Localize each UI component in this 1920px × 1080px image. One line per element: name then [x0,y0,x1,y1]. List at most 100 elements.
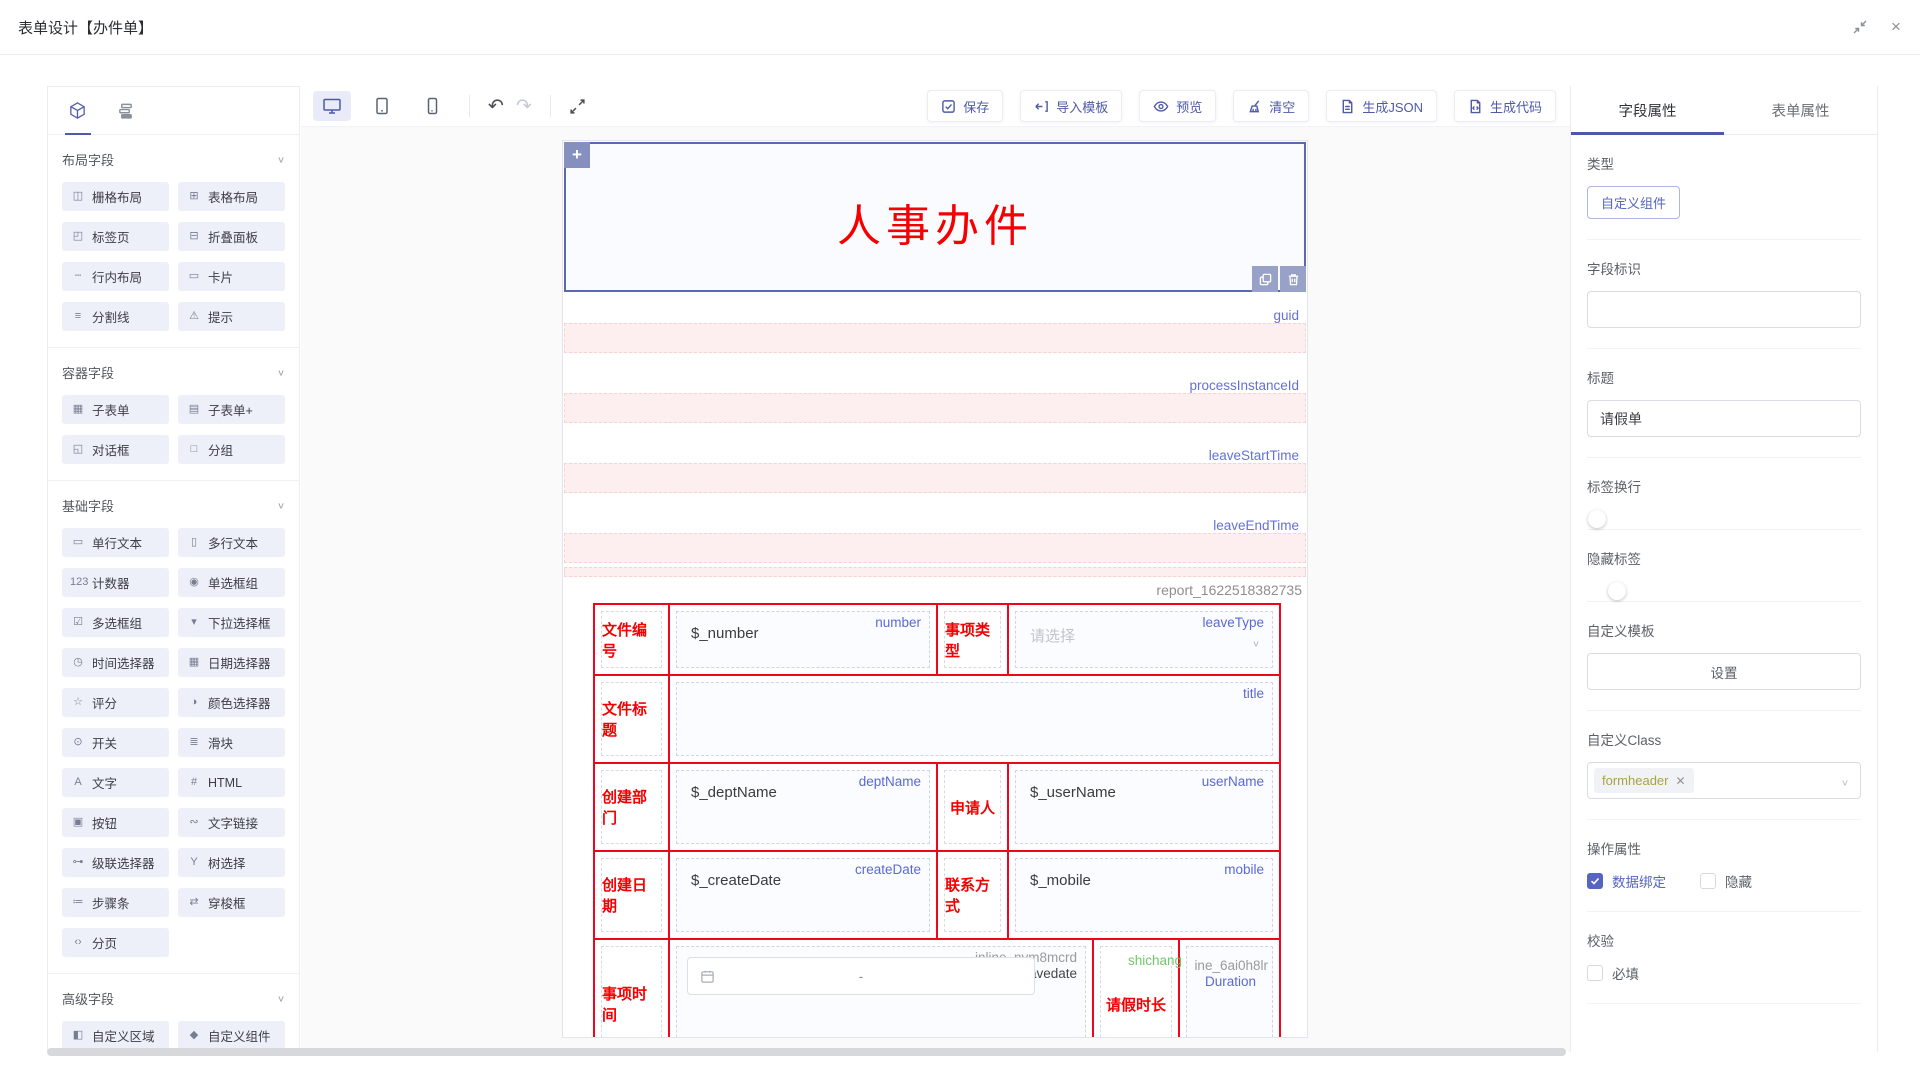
hidden-field-stripe[interactable] [564,393,1306,423]
clear-button[interactable]: 清空 [1233,90,1309,122]
data-binding-checkbox[interactable]: 数据绑定 [1587,871,1666,891]
table-cell[interactable]: ine_6ai0h8lr Duration [1178,940,1279,1038]
sidebar-field-item[interactable]: ▭卡片 [178,262,285,291]
table-cell[interactable]: 文件编号 [595,605,668,674]
sidebar-field-item[interactable]: ▣按钮 [62,808,169,837]
sidebar-field-item[interactable]: □分组 [178,435,285,464]
hidden-field-label[interactable]: leaveStartTime [564,439,1306,463]
daterange-widget[interactable]: inline_nym8mcrd leavedate - [676,946,1086,1038]
compress-icon[interactable] [1850,17,1870,37]
sidebar-field-item[interactable]: ▯多行文本 [178,528,285,557]
sidebar-field-item[interactable]: ‹›分页 [62,928,169,957]
text-input-widget[interactable]: $_deptName deptName [676,770,930,844]
sidebar-field-item[interactable]: ⚠提示 [178,302,285,331]
fullscreen-icon[interactable] [569,98,586,115]
field-label[interactable]: 创建日期 [601,858,662,932]
sidebar-field-item[interactable]: ≣滑块 [178,728,285,757]
text-input-widget[interactable]: $_mobile mobile [1015,858,1273,932]
remove-tag-icon[interactable]: ✕ [1675,774,1685,788]
daterange-input[interactable]: - [687,957,1035,995]
sidebar-field-item[interactable]: ▾下拉选择框 [178,608,285,637]
form-paper[interactable]: + 人事办件 guidprocessInstance [562,140,1308,1038]
field-label[interactable]: 申请人 [944,770,1001,844]
sidebar-field-item[interactable]: ≔步骤条 [62,888,169,917]
tab-outline[interactable] [117,87,134,135]
sidebar-field-item[interactable]: ≡分割线 [62,302,169,331]
generate-json-button[interactable]: 生成JSON [1326,90,1437,122]
sidebar-field-item[interactable]: ▦子表单 [62,395,169,424]
sidebar-field-item[interactable]: ▦日期选择器 [178,648,285,677]
hidden-field-stripe[interactable] [564,323,1306,353]
table-cell[interactable]: 文件标题 [595,676,668,762]
text-input-widget[interactable]: title [676,682,1273,756]
horizontal-scrollbar[interactable] [47,1048,1566,1056]
preview-button[interactable]: 预览 [1139,90,1216,122]
sidebar-field-item[interactable]: ◫栅格布局 [62,182,169,211]
sidebar-field-item[interactable]: ◉单选框组 [178,568,285,597]
table-cell[interactable]: 创建部门 [595,764,668,850]
table-cell[interactable]: inline_nym8mcrd leavedate - [668,940,1092,1038]
sidebar-field-item[interactable]: ┄行内布局 [62,262,169,291]
sidebar-field-item[interactable]: ☑多选框组 [62,608,169,637]
trash-icon[interactable] [1280,266,1306,292]
sidebar-field-item[interactable]: ◧自定义区域 [62,1021,169,1050]
chevron-down-icon[interactable]: ∨ [277,154,285,164]
close-icon[interactable]: × [1886,17,1906,37]
text-input-widget[interactable]: $_number number [676,611,930,668]
sidebar-field-item[interactable]: ◷时间选择器 [62,648,169,677]
sidebar-field-item[interactable]: Y树选择 [178,848,285,877]
field-label[interactable]: 联系方式 [944,858,1001,932]
hidden-field-label[interactable]: processInstanceId [564,369,1306,393]
select-widget[interactable]: 请选择 leaveType ∨ [1015,611,1273,668]
sidebar-field-item[interactable]: #HTML [178,768,285,797]
table-cell[interactable]: 事项时间 [595,940,668,1038]
text-input-widget[interactable]: $_userName userName [1015,770,1273,844]
tab-field-properties[interactable]: 字段属性 [1571,86,1724,134]
table-cell[interactable]: 请假时长 shichang [1092,940,1178,1038]
table-cell[interactable]: $_deptName deptName [668,764,936,850]
table-cell[interactable]: 创建日期 [595,852,668,938]
hidden-field-stripe[interactable] [564,463,1306,493]
chevron-down-icon[interactable]: ∨ [277,367,285,377]
table-cell[interactable]: $_createDate createDate [668,852,936,938]
copy-icon[interactable] [1252,266,1278,292]
move-handle-icon[interactable]: + [564,142,590,168]
tab-form-properties[interactable]: 表单属性 [1724,86,1877,134]
table-cell[interactable]: 申请人 [936,764,1007,850]
form-table[interactable]: 文件编号 $_number number 事项类型 请选择 leaveType … [593,603,1281,1038]
hidden-field-stripe[interactable] [564,567,1306,577]
sidebar-field-item[interactable]: ◑颜色选择器 [178,688,285,717]
component-type-tag[interactable]: 自定义组件 [1587,186,1680,219]
chevron-down-icon[interactable]: ∨ [277,500,285,510]
sidebar-field-item[interactable]: ∾文字链接 [178,808,285,837]
sidebar-field-item[interactable]: ◱对话框 [62,435,169,464]
table-cell[interactable]: 请选择 leaveType ∨ [1007,605,1279,674]
device-desktop-button[interactable] [313,91,351,121]
form-header-component[interactable]: + 人事办件 [564,142,1306,292]
sidebar-field-item[interactable]: 123计数器 [62,568,169,597]
field-label[interactable]: 文件标题 [601,682,662,756]
device-tablet-button[interactable] [363,91,401,121]
sidebar-field-item[interactable]: ◰标签页 [62,222,169,251]
required-checkbox[interactable]: 必填 [1587,963,1861,983]
title-input[interactable] [1587,400,1861,437]
template-settings-button[interactable]: 设置 [1587,653,1861,690]
sidebar-field-item[interactable]: ⇄穿梭框 [178,888,285,917]
table-cell[interactable]: 联系方式 [936,852,1007,938]
table-cell[interactable]: $_mobile mobile [1007,852,1279,938]
tab-components[interactable] [68,87,87,135]
sidebar-field-item[interactable]: ▤子表单+ [178,395,285,424]
generate-code-button[interactable]: 生成代码 [1454,90,1556,122]
field-id-input[interactable] [1587,291,1861,328]
chevron-down-icon[interactable]: ∨ [277,993,285,1003]
sidebar-field-item[interactable]: ◆自定义组件 [178,1021,285,1050]
custom-class-select[interactable]: formheader ✕ ∨ [1587,762,1861,799]
sidebar-field-item[interactable]: ⊞表格布局 [178,182,285,211]
design-canvas[interactable]: + 人事办件 guidprocessInstance [301,127,1570,1051]
hidden-field-stripe[interactable] [564,533,1306,563]
sidebar-field-item[interactable]: A文字 [62,768,169,797]
redo-icon[interactable]: ↷ [516,97,532,116]
hidden-field-label[interactable]: leaveEndTime [564,509,1306,533]
field-label[interactable]: 事项类型 [944,611,1001,668]
hidden-checkbox[interactable]: 隐藏 [1700,871,1752,891]
